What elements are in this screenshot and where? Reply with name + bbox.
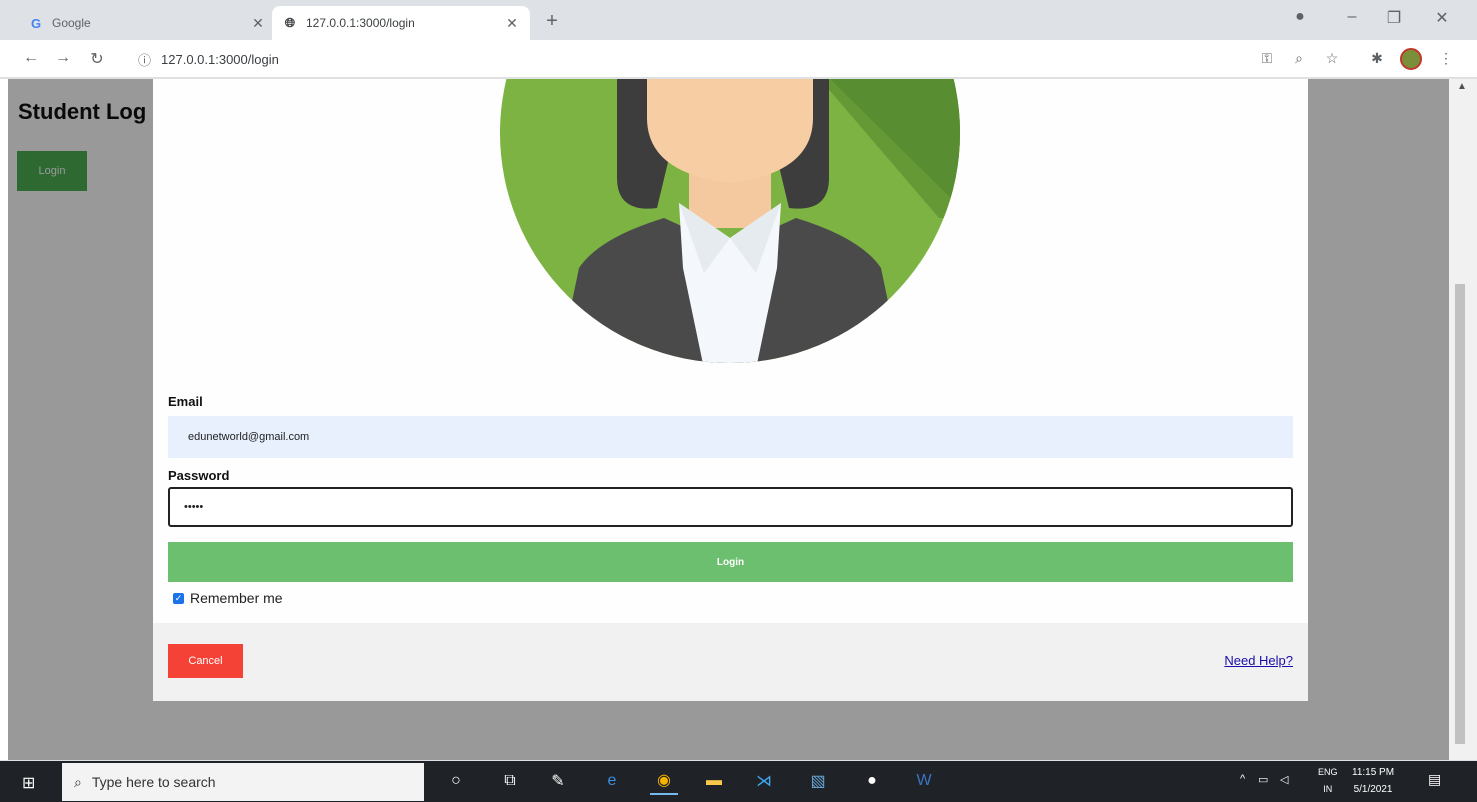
tab-google[interactable]: G Google ✕ xyxy=(18,6,276,40)
restore-button[interactable]: ❐ xyxy=(1382,8,1406,28)
windows-taskbar: ⊞ ⌕ Type here to search ○ ⧉ ✎ e ◉ ▬ ⋊ ▧ … xyxy=(0,761,1477,802)
vscode-icon[interactable]: ⋊ xyxy=(750,767,778,795)
need-help-link[interactable]: Need Help? xyxy=(1224,653,1293,668)
new-tab-button[interactable]: + xyxy=(540,10,564,33)
modal-footer: Cancel Need Help? xyxy=(153,623,1308,701)
forward-arrow-icon[interactable]: → xyxy=(52,49,74,67)
cortana-icon[interactable]: ○ xyxy=(442,767,470,795)
network-icon[interactable]: ▭ xyxy=(1258,773,1268,786)
close-window-button[interactable]: ✕ xyxy=(1430,8,1454,28)
file-explorer-icon[interactable]: ▬ xyxy=(700,767,728,795)
login-submit-button[interactable]: Login xyxy=(168,542,1293,582)
paint-icon[interactable]: ✎ xyxy=(544,767,572,795)
profile-avatar[interactable] xyxy=(1400,48,1422,70)
scroll-up-arrow-icon[interactable]: ▲ xyxy=(1457,81,1467,92)
browser-tab-strip: G Google ✕ 🌐︎ 127.0.0.1:3000/login ✕ + ●… xyxy=(0,0,1477,40)
app-circle-icon[interactable]: ● xyxy=(858,767,886,795)
extension-circle-icon[interactable]: ● xyxy=(1288,8,1312,26)
key-icon[interactable]: ⚿ xyxy=(1257,50,1277,67)
tray-chevron-icon[interactable]: ^ xyxy=(1240,773,1245,785)
google-icon: G xyxy=(30,15,42,31)
language-line1: ENG xyxy=(1318,767,1338,777)
avatar-image xyxy=(499,79,961,364)
zoom-icon[interactable]: ⌕ xyxy=(1289,50,1309,67)
word-icon[interactable]: W xyxy=(910,767,938,795)
tab-title: Google xyxy=(52,16,91,30)
tab-login[interactable]: 🌐︎ 127.0.0.1:3000/login ✕ xyxy=(272,6,530,40)
clock-time: 11:15 PM xyxy=(1352,767,1395,778)
taskbar-search-placeholder: Type here to search xyxy=(91,774,216,790)
password-field[interactable] xyxy=(168,487,1293,527)
tab-title: 127.0.0.1:3000/login xyxy=(306,16,415,30)
reload-icon[interactable]: ↻ xyxy=(86,49,108,69)
password-label: Password xyxy=(168,468,230,483)
bookmark-star-icon[interactable]: ☆ xyxy=(1322,50,1342,67)
extensions-puzzle-icon[interactable]: ✱ xyxy=(1367,50,1387,67)
back-arrow-icon[interactable]: ← xyxy=(20,49,42,67)
language-line2: IN xyxy=(1323,784,1333,794)
browser-toolbar: ← → ↻ ⓘ 127.0.0.1:3000/login ⚿ ⌕ ☆ ✱ ⋮ xyxy=(0,40,1477,78)
task-view-icon[interactable]: ⧉ xyxy=(496,767,524,795)
edge-icon[interactable]: e xyxy=(598,767,626,795)
site-info-icon[interactable]: ⓘ xyxy=(138,50,151,69)
close-tab-icon[interactable]: ✕ xyxy=(504,15,520,32)
network-app-icon[interactable]: ▧ xyxy=(804,767,832,795)
remember-me-row: ✓ Remember me xyxy=(173,590,283,606)
globe-icon: 🌐︎ xyxy=(284,15,296,30)
notifications-icon[interactable]: ▤ xyxy=(1428,771,1441,788)
page-scrollbar[interactable]: ▲ xyxy=(1449,79,1477,760)
close-tab-icon[interactable]: ✕ xyxy=(250,15,266,32)
address-bar[interactable]: ⓘ 127.0.0.1:3000/login xyxy=(128,45,1308,73)
login-modal: Email Password Login ✓ Remember me Cance… xyxy=(153,79,1308,701)
clock-date: 5/1/2021 xyxy=(1353,784,1393,795)
page-viewport: Student Log Login ▲ Email edunetworld@gm… xyxy=(0,79,1477,760)
volume-icon[interactable]: ◁ xyxy=(1280,773,1288,786)
taskbar-search-box[interactable]: ⌕ Type here to search xyxy=(62,763,424,801)
chrome-icon[interactable]: ◉ xyxy=(650,767,678,795)
email-field[interactable] xyxy=(168,416,1293,458)
search-icon: ⌕ xyxy=(74,773,82,790)
minimize-button[interactable]: – xyxy=(1340,8,1364,26)
cancel-button[interactable]: Cancel xyxy=(168,644,243,678)
windows-start-icon[interactable]: ⊞ xyxy=(22,773,35,793)
url-text: 127.0.0.1:3000/login xyxy=(161,51,279,67)
language-indicator[interactable]: ENG IN xyxy=(1318,764,1338,798)
remember-me-checkbox[interactable]: ✓ xyxy=(173,592,184,604)
remember-me-label: Remember me xyxy=(190,590,283,606)
scrollbar-thumb[interactable] xyxy=(1455,284,1465,744)
clock[interactable]: 11:15 PM 5/1/2021 xyxy=(1352,764,1394,798)
email-label: Email xyxy=(168,394,203,409)
menu-dots-icon[interactable]: ⋮ xyxy=(1436,50,1456,67)
